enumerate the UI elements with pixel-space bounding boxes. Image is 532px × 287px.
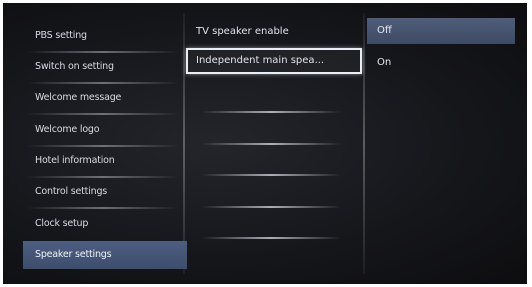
middle-column-divider — [363, 13, 365, 274]
submenu-item-independent-main-speaker[interactable]: Independent main spea... — [186, 48, 362, 74]
option-off[interactable]: Off — [367, 18, 515, 44]
submenu-empty-row — [201, 174, 341, 176]
menu-separator — [27, 82, 179, 84]
option-on[interactable]: On — [367, 50, 515, 76]
menu-item-clock-setup[interactable]: Clock setup — [23, 211, 187, 237]
menu-item-pbs-setting[interactable]: PBS setting — [23, 23, 187, 49]
menu-item-switch-on-setting[interactable]: Switch on setting — [23, 54, 187, 80]
menu-separator — [27, 113, 179, 115]
menu-item-speaker-settings[interactable]: Speaker settings — [23, 241, 187, 269]
submenu-empty-row — [201, 206, 341, 208]
menu-item-control-settings[interactable]: Control settings — [23, 179, 187, 205]
menu-item-welcome-message[interactable]: Welcome message — [23, 85, 187, 111]
menu-item-welcome-logo[interactable]: Welcome logo — [23, 117, 187, 143]
submenu-empty-row — [201, 111, 341, 113]
menu-separator — [27, 145, 179, 147]
tv-screen: PBS setting Switch on setting Welcome me… — [3, 3, 527, 284]
menu-separator — [27, 176, 179, 178]
menu-separator — [27, 51, 179, 53]
submenu-empty-row — [201, 143, 341, 145]
submenu-item-tv-speaker-enable[interactable]: TV speaker enable — [186, 19, 362, 45]
submenu-empty-row — [201, 237, 341, 239]
menu-item-hotel-information[interactable]: Hotel information — [23, 148, 187, 174]
menu-separator — [27, 207, 179, 209]
